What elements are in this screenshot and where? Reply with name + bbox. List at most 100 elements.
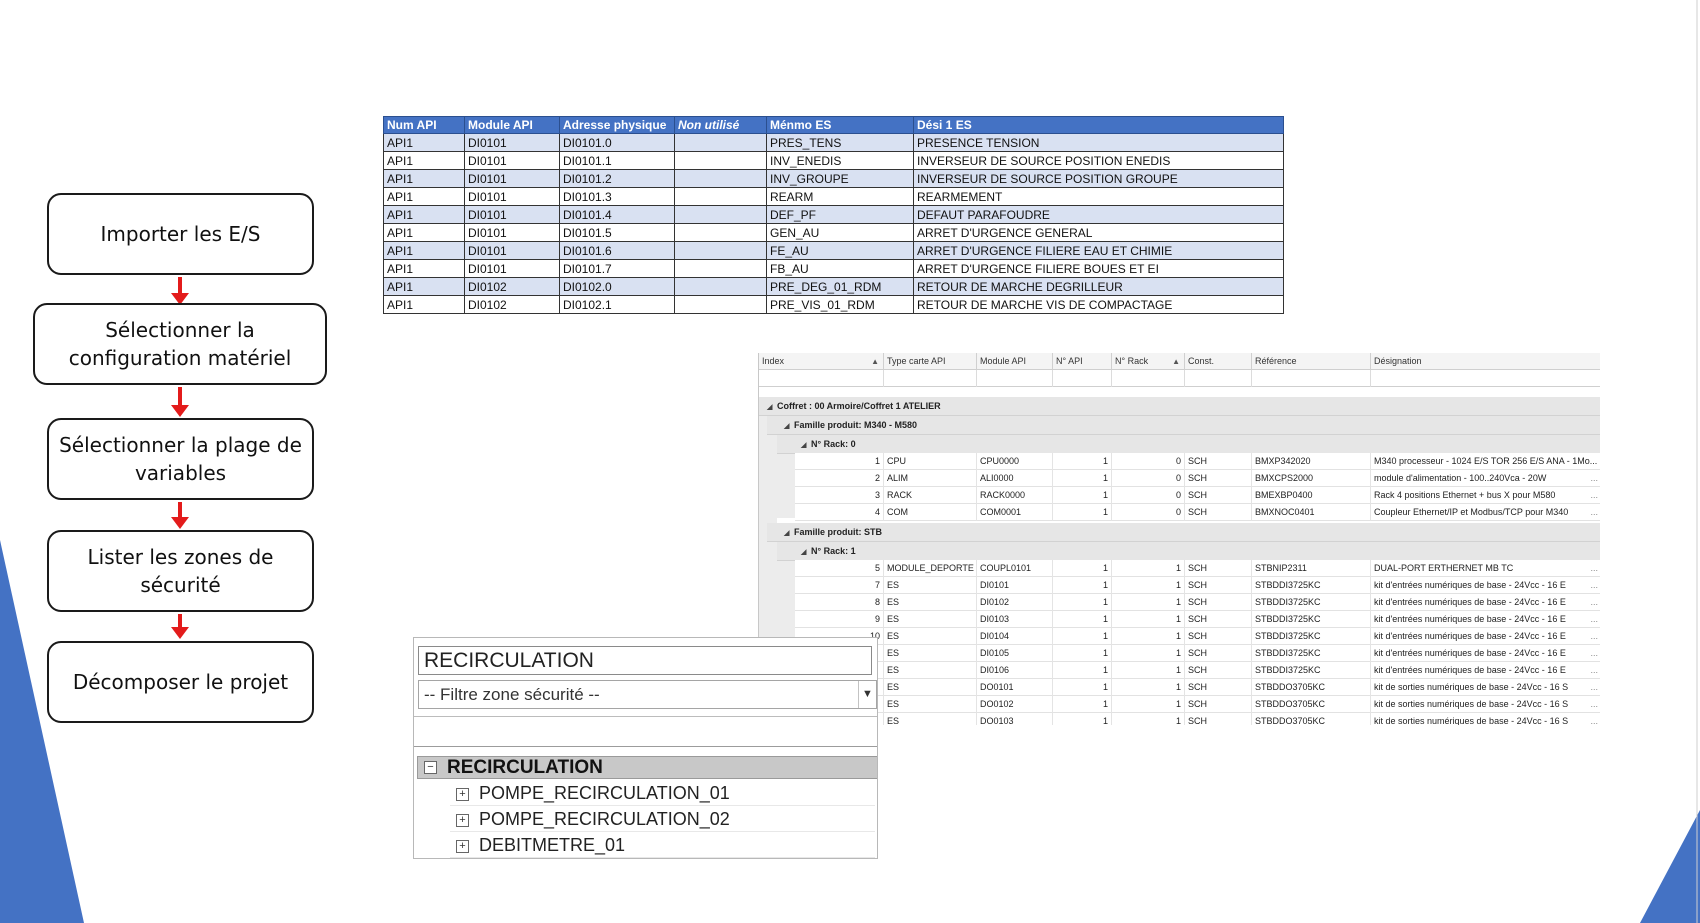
hardware-row[interactable]: 7 ES DI0101 1 1 SCH STBDDI3725KC kit d'entrées … (795, 577, 1600, 594)
cell-module-api[interactable]: DI0101 (464, 133, 560, 152)
cell-mnemo[interactable]: FE_AU (766, 241, 914, 260)
cell-adresse[interactable]: DI0101.3 (559, 187, 675, 206)
group-row-family-stb[interactable]: ◢ Famille produit: STB (767, 523, 1600, 542)
group-row-rack-1[interactable]: ◢ N° Rack: 1 (777, 542, 1600, 561)
cell-adresse[interactable]: DI0102.0 (559, 277, 675, 296)
cell-designation[interactable]: ARRET D'URGENCE FILIERE BOUES ET EI (913, 259, 1284, 278)
cell-designation[interactable]: REARMEMENT (913, 187, 1284, 206)
cell-non-utilise[interactable] (674, 169, 767, 188)
more-ellipsis[interactable]: ... (1590, 696, 1598, 713)
more-ellipsis[interactable]: ... (1590, 628, 1598, 645)
more-ellipsis[interactable]: ... (1590, 679, 1598, 696)
cell-mnemo[interactable]: DEF_PF (766, 205, 914, 224)
hardware-row[interactable]: 1 CPU CPU0000 1 0 SCH BMXP342020 M340 processeu… (795, 453, 1600, 470)
cell-non-utilise[interactable] (674, 277, 767, 296)
cell-mnemo[interactable]: PRE_VIS_01_RDM (766, 295, 914, 314)
expand-triangle-icon[interactable]: ◢ (784, 417, 794, 436)
cell-adresse[interactable]: DI0101.1 (559, 151, 675, 170)
more-ellipsis[interactable]: ... (1590, 487, 1598, 504)
cell-module-api[interactable]: DI0101 (464, 187, 560, 206)
cell-adresse[interactable]: DI0101.6 (559, 241, 675, 260)
more-ellipsis[interactable]: ... (1590, 713, 1598, 725)
io-table-row[interactable]: API1 DI0101 DI0101.5 GEN_AU ARRET D'URGENCE … (383, 223, 1284, 242)
cell-num-api[interactable]: API1 (383, 151, 465, 170)
cell-mnemo[interactable]: INV_ENEDIS (766, 151, 914, 170)
cell-designation[interactable]: INVERSEUR DE SOURCE POSITION ENEDIS (913, 151, 1284, 170)
cell-non-utilise[interactable] (674, 223, 767, 242)
hw-header-index[interactable]: Index ▲ (759, 353, 884, 370)
expand-icon[interactable]: + (456, 839, 469, 853)
cell-module-api[interactable]: DI0101 (464, 169, 560, 188)
io-table-row[interactable]: API1 DI0101 DI0101.1 INV_ENEDIS INVERSEUR DE… (383, 151, 1284, 170)
cell-non-utilise[interactable] (674, 295, 767, 314)
cell-num-api[interactable]: API1 (383, 187, 465, 206)
hardware-row[interactable]: 10 ES DI0104 1 1 SCH STBDDI3725KC kit d'entrées… (795, 628, 1600, 645)
cell-num-api[interactable]: API1 (383, 295, 465, 314)
zone-filter-dropdown[interactable]: -- Filtre zone sécurité -- ▼ (418, 680, 877, 709)
io-table-row[interactable]: API1 DI0102 DI0102.1 PRE_VIS_01_RDM RETOUR D… (383, 295, 1284, 314)
hardware-row[interactable]: 5 MODULE_DEPORTE COUPL0101 1 1 SCH STBNIP2311 D… (795, 560, 1600, 577)
cell-num-api[interactable]: API1 (383, 205, 465, 224)
group-row-rack-0[interactable]: ◢ N° Rack: 0 (777, 435, 1600, 454)
cell-module-api[interactable]: DI0101 (464, 205, 560, 224)
hw-filter-cell[interactable] (1252, 370, 1371, 387)
hw-header-type-carte[interactable]: Type carte API (884, 353, 977, 370)
cell-num-api[interactable]: API1 (383, 133, 465, 152)
cell-non-utilise[interactable] (674, 259, 767, 278)
hardware-row[interactable]: 2 ALIM ALI0000 1 0 SCH BMXCPS2000 module d'alim… (795, 470, 1600, 487)
io-table-row[interactable]: API1 DI0101 DI0101.3 REARM REARMEMENT (383, 187, 1284, 206)
cell-num-api[interactable]: API1 (383, 241, 465, 260)
hw-filter-cell[interactable] (884, 370, 977, 387)
cell-module-api[interactable]: DI0101 (464, 241, 560, 260)
cell-non-utilise[interactable] (674, 241, 767, 260)
hardware-row[interactable]: ES DO0103 1 1 SCH STBDDO3705KC kit de sorties … (795, 713, 1600, 725)
hw-header-designation[interactable]: Désignation (1371, 353, 1600, 370)
io-table-row[interactable]: API1 DI0101 DI0101.7 FB_AU ARRET D'URGENCE F… (383, 259, 1284, 278)
tree-node-pompe-02[interactable]: + POMPE_RECIRCULATION_02 (450, 806, 875, 832)
more-ellipsis[interactable]: ... (1590, 577, 1598, 594)
cell-mnemo[interactable]: PRE_DEG_01_RDM (766, 277, 914, 296)
io-table-row[interactable]: API1 DI0101 DI0101.6 FE_AU ARRET D'URGENCE F… (383, 241, 1284, 260)
hardware-row[interactable]: ES DO0101 1 1 SCH STBDDO3705KC kit de sorties … (795, 679, 1600, 696)
more-ellipsis[interactable]: ... (1590, 645, 1598, 662)
cell-adresse[interactable]: DI0101.4 (559, 205, 675, 224)
hw-filter-cell[interactable] (1053, 370, 1112, 387)
hardware-row[interactable]: 3 RACK RACK0000 1 0 SCH BMEXBP0400 Rack 4 posit… (795, 487, 1600, 504)
cell-designation[interactable]: ARRET D'URGENCE FILIERE EAU ET CHIMIE (913, 241, 1284, 260)
io-header-adresse[interactable]: Adresse physique (559, 116, 675, 134)
cell-num-api[interactable]: API1 (383, 259, 465, 278)
cell-non-utilise[interactable] (674, 133, 767, 152)
cell-designation[interactable]: RETOUR DE MARCHE DEGRILLEUR (913, 277, 1284, 296)
more-ellipsis[interactable]: ... (1590, 662, 1598, 679)
zone-name-field[interactable]: RECIRCULATION (418, 646, 872, 675)
dropdown-arrow-icon[interactable]: ▼ (858, 681, 876, 708)
more-ellipsis[interactable]: ... (1590, 594, 1598, 611)
cell-module-api[interactable]: DI0101 (464, 223, 560, 242)
io-table-row[interactable]: API1 DI0102 DI0102.0 PRE_DEG_01_RDM RETOUR D… (383, 277, 1284, 296)
hardware-row[interactable]: ES DO0102 1 1 SCH STBDDO3705KC kit de sorties … (795, 696, 1600, 713)
cell-adresse[interactable]: DI0101.0 (559, 133, 675, 152)
zone-search-field[interactable] (414, 716, 877, 747)
group-row-coffret[interactable]: ◢ Coffret : 00 Armoire/Coffret 1 ATELIER (759, 397, 1600, 416)
io-table-row[interactable]: API1 DI0101 DI0101.2 INV_GROUPE INVERSEUR DE… (383, 169, 1284, 188)
expand-triangle-icon[interactable]: ◢ (767, 398, 777, 417)
io-table-row[interactable]: API1 DI0101 DI0101.4 DEF_PF DEFAUT PARAFOUDR… (383, 205, 1284, 224)
cell-designation[interactable]: RETOUR DE MARCHE VIS DE COMPACTAGE (913, 295, 1284, 314)
cell-module-api[interactable]: DI0101 (464, 151, 560, 170)
hw-filter-cell[interactable] (977, 370, 1053, 387)
hardware-row[interactable]: ES DI0105 1 1 SCH STBDDI3725KC kit d'entrées n… (795, 645, 1600, 662)
io-header-designation[interactable]: Dési 1 ES (913, 116, 1284, 134)
cell-non-utilise[interactable] (674, 205, 767, 224)
hw-header-num-rack[interactable]: N° Rack ▲ (1112, 353, 1185, 370)
cell-num-api[interactable]: API1 (383, 277, 465, 296)
hardware-row[interactable]: ES DI0106 1 1 SCH STBDDI3725KC kit d'entrées n… (795, 662, 1600, 679)
cell-num-api[interactable]: API1 (383, 223, 465, 242)
hw-header-num-api[interactable]: N° API (1053, 353, 1112, 370)
hw-filter-cell[interactable] (759, 370, 884, 387)
cell-non-utilise[interactable] (674, 187, 767, 206)
expand-triangle-icon[interactable]: ◢ (784, 524, 794, 543)
cell-mnemo[interactable]: GEN_AU (766, 223, 914, 242)
tree-node-debitmetre[interactable]: + DEBITMETRE_01 (450, 832, 875, 858)
cell-adresse[interactable]: DI0102.1 (559, 295, 675, 314)
cell-module-api[interactable]: DI0102 (464, 295, 560, 314)
